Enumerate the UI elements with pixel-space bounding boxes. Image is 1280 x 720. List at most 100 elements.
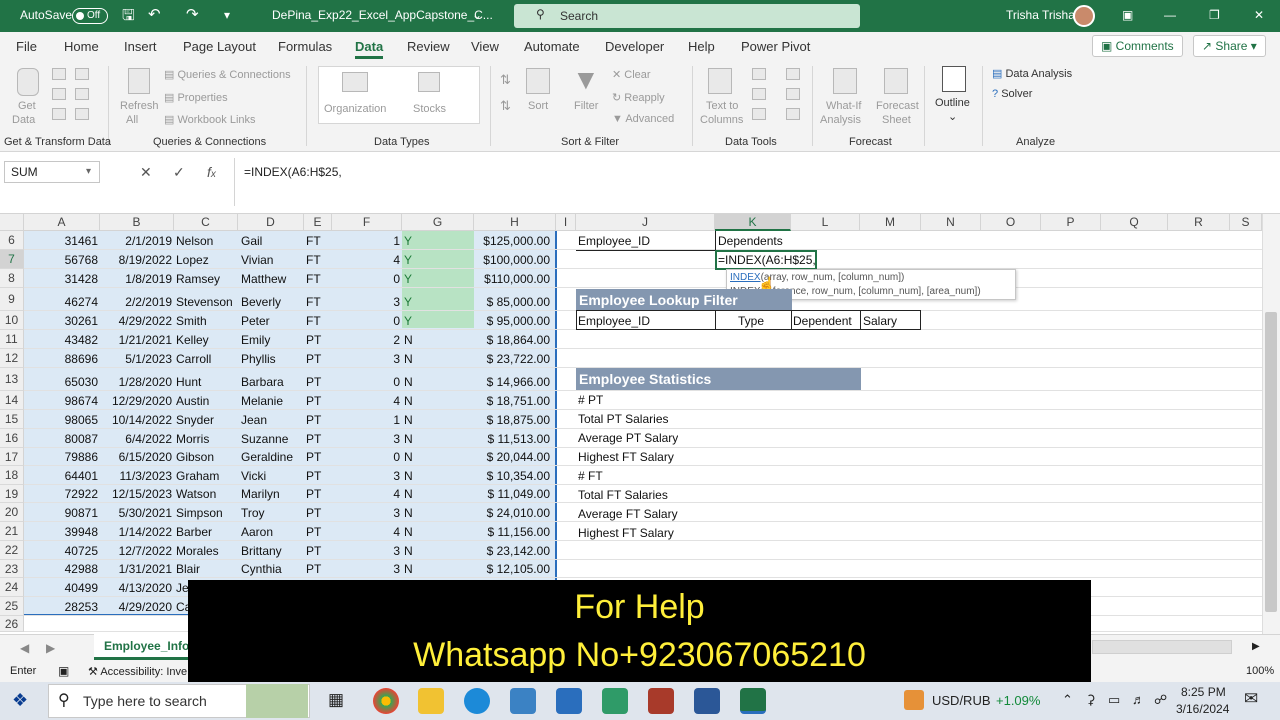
cancel-icon[interactable]: ✕ — [140, 164, 152, 181]
volume-icon[interactable]: ♬ — [1132, 692, 1145, 707]
row-header[interactable]: 25 — [0, 597, 24, 616]
tooltip-syntax-1[interactable]: INDEX(array, row_num, [column_num]) — [730, 272, 904, 283]
from-table-icon[interactable] — [52, 108, 66, 120]
table-cell[interactable]: Matthew — [241, 272, 303, 286]
row-header[interactable]: 17 — [0, 448, 24, 466]
table-cell[interactable]: 3 — [332, 432, 400, 446]
row-header[interactable]: 20 — [0, 503, 24, 522]
next-sheet-icon[interactable]: ▶ — [46, 641, 55, 655]
table-cell[interactable]: PT — [306, 432, 332, 446]
row-header[interactable]: 9 — [0, 288, 24, 311]
insert-function-icon[interactable]: fx — [207, 164, 216, 180]
stats-label[interactable]: # PT — [578, 393, 603, 407]
zoom-level[interactable]: 100% — [1246, 665, 1274, 677]
app-icon[interactable] — [602, 688, 628, 714]
table-cell[interactable]: 42988 — [24, 562, 98, 576]
table-cell[interactable]: $110,000.00 — [474, 272, 550, 286]
table-cell[interactable]: $ 11,513.00 — [474, 432, 550, 446]
tab-insert[interactable]: Insert — [124, 39, 157, 54]
table-cell[interactable]: Stevenson — [176, 295, 238, 309]
table-cell[interactable]: 1/28/2020 — [100, 375, 172, 389]
avatar[interactable] — [1073, 5, 1095, 27]
row-header[interactable]: 24 — [0, 578, 24, 597]
stats-label[interactable]: # FT — [578, 469, 603, 483]
table-cell[interactable]: $ 18,751.00 — [474, 394, 550, 408]
row-header[interactable]: 23 — [0, 560, 24, 578]
table-cell[interactable]: $ 12,105.00 — [474, 562, 550, 576]
table-cell[interactable]: 0 — [332, 314, 400, 328]
tab-formulas[interactable]: Formulas — [278, 39, 332, 54]
column-header[interactable]: B — [100, 214, 174, 231]
table-cell[interactable]: Lopez — [176, 253, 238, 267]
remove-duplicates-icon[interactable] — [752, 88, 766, 100]
get-data-label2[interactable]: Data — [12, 114, 35, 126]
row-header[interactable]: 14 — [0, 391, 24, 410]
word-icon[interactable] — [694, 688, 720, 714]
what-if-label[interactable]: What-If — [826, 100, 861, 112]
table-cell[interactable]: 40725 — [24, 544, 98, 558]
table-cell[interactable]: 46274 — [24, 295, 98, 309]
chevron-down-icon[interactable]: ⌄ — [472, 8, 482, 22]
table-cell[interactable]: 3 — [332, 562, 400, 576]
table-cell[interactable]: $ 24,010.00 — [474, 506, 550, 520]
table-cell[interactable]: Phyllis — [241, 352, 303, 366]
ribbon-display-icon[interactable]: ▣ — [1122, 8, 1133, 22]
table-cell[interactable]: PT — [306, 352, 332, 366]
tab-data[interactable]: Data — [355, 39, 384, 59]
stats-label[interactable]: Total PT Salaries — [578, 412, 669, 426]
table-cell[interactable]: Marilyn — [241, 487, 303, 501]
close-icon[interactable]: ✕ — [1254, 8, 1264, 22]
table-cell[interactable]: 64401 — [24, 469, 98, 483]
table-cell[interactable]: $ 18,864.00 — [474, 333, 550, 347]
forecast-sheet-label2[interactable]: Sheet — [882, 114, 911, 126]
table-cell[interactable]: N — [404, 413, 472, 427]
table-cell[interactable]: 1/8/2019 — [100, 272, 172, 286]
clear-button[interactable]: ✕ Clear — [612, 68, 651, 81]
organization-button[interactable]: Organization — [324, 103, 386, 115]
table-cell[interactable]: 6/15/2020 — [100, 450, 172, 464]
table-cell[interactable]: Carroll — [176, 352, 238, 366]
column-header[interactable]: E — [304, 214, 332, 231]
table-cell[interactable]: Barber — [176, 525, 238, 539]
column-header[interactable]: I — [556, 214, 576, 231]
table-cell[interactable]: Morris — [176, 432, 238, 446]
clock-date[interactable]: 3/16/2024 — [1176, 702, 1229, 716]
table-cell[interactable]: 3 — [332, 469, 400, 483]
restore-icon[interactable]: ❐ — [1209, 8, 1220, 22]
table-cell[interactable]: N — [404, 375, 472, 389]
solver-button[interactable]: ? Solver — [992, 88, 1032, 100]
undo-icon[interactable]: ↶ — [148, 5, 161, 23]
tab-power-pivot[interactable]: Power Pivot — [741, 39, 810, 54]
table-cell[interactable]: N — [404, 469, 472, 483]
table-cell[interactable]: N — [404, 525, 472, 539]
table-cell[interactable]: N — [404, 562, 472, 576]
table-cell[interactable]: 10/14/2022 — [100, 413, 172, 427]
wifi-icon[interactable]: ⚳ — [1086, 692, 1096, 708]
forecast-sheet-label[interactable]: Forecast — [876, 100, 919, 112]
row-header[interactable]: 6 — [0, 231, 24, 250]
select-all-corner[interactable] — [0, 214, 24, 231]
from-text-icon[interactable] — [52, 68, 66, 80]
table-cell[interactable]: 12/29/2020 — [100, 394, 172, 408]
tab-view[interactable]: View — [471, 39, 499, 54]
file-explorer-icon[interactable] — [418, 688, 444, 714]
table-cell[interactable]: 4 — [332, 487, 400, 501]
lookup-col[interactable]: Employee_ID — [578, 314, 650, 328]
what-if-label2[interactable]: Analysis — [820, 114, 861, 126]
table-cell[interactable]: 0 — [332, 375, 400, 389]
tab-home[interactable]: Home — [64, 39, 99, 54]
row-header[interactable]: 11 — [0, 330, 24, 349]
properties-button[interactable]: ▤ Properties — [164, 91, 228, 104]
table-cell[interactable]: Snyder — [176, 413, 238, 427]
user-name[interactable]: Trisha Trisha — [1006, 8, 1075, 22]
table-cell[interactable]: 40499 — [24, 581, 98, 595]
row-header[interactable]: 13 — [0, 368, 24, 391]
table-cell[interactable]: Emily — [241, 333, 303, 347]
refresh-all-label2[interactable]: All — [126, 114, 138, 126]
table-cell[interactable]: PT — [306, 544, 332, 558]
table-cell[interactable]: Geraldine — [241, 450, 303, 464]
column-header[interactable]: J — [576, 214, 715, 231]
lookup-col[interactable]: Type — [738, 314, 764, 328]
table-cell[interactable]: Y — [404, 295, 472, 309]
tab-help[interactable]: Help — [688, 39, 715, 54]
